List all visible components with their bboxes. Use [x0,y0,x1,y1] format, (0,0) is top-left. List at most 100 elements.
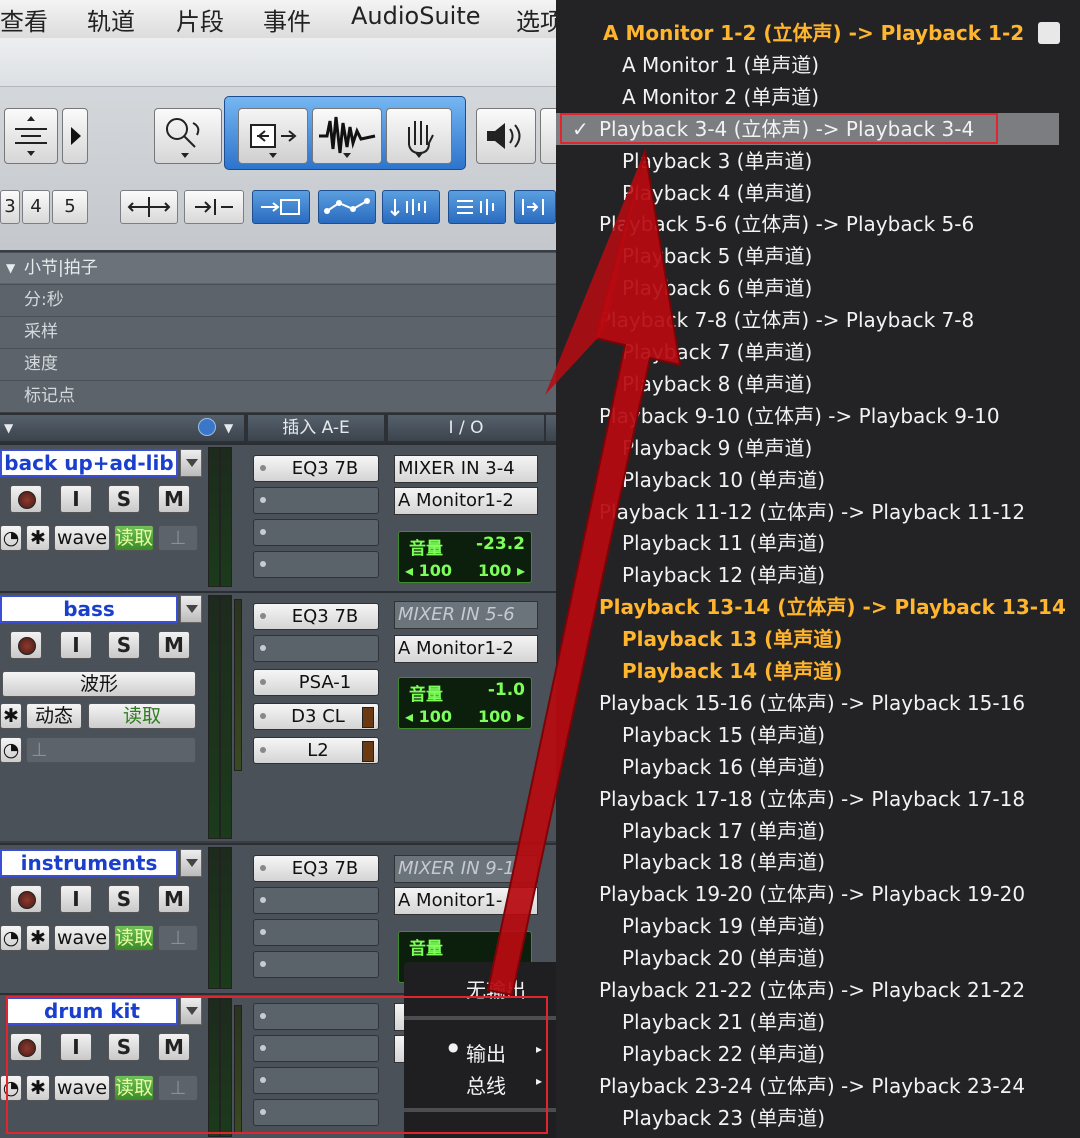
output-menu-item[interactable]: Playback 3 (单声道) [622,145,812,177]
elastic-audio-button[interactable]: ✱ [26,925,50,951]
input-monitor-button[interactable]: I [60,485,92,513]
output-menu-item[interactable]: Playback 19-20 (立体声) -> Playback 19-20 [599,878,1025,910]
output-menu-item[interactable]: Playback 18 (单声道) [622,846,825,878]
grabber-tool-button[interactable] [386,108,452,164]
timebase-icon[interactable]: ◔ [0,1075,22,1101]
output-menu-item[interactable]: A Monitor 1-2 (立体声) -> Playback 1-2 [603,17,1024,49]
track-name-dropdown[interactable] [180,595,202,623]
io-header[interactable]: I / O [388,415,544,441]
output-menu-item[interactable]: Playback 23-24 (立体声) -> Playback 23-24 [599,1070,1025,1102]
ruler-samples[interactable]: 采样 [0,316,556,347]
menu-item-no-output[interactable]: 无输出 [466,974,526,1003]
grid-mode-button[interactable] [318,190,376,224]
toolbar-scroll-right-button[interactable] [62,108,88,164]
output-menu-item[interactable]: Playback 5 (单声道) [622,240,812,272]
track-name[interactable]: back up+ad-lib [0,449,178,477]
menu-event[interactable]: 事件 [263,2,311,37]
insert-slot-d[interactable] [253,1099,379,1126]
view-selector[interactable]: wave [54,925,110,951]
output-menu-item[interactable]: Playback 13-14 (立体声) -> Playback 13-14 [599,591,1066,623]
shuffle-mode-button[interactable] [120,190,178,224]
ruler-tempo[interactable]: 速度 [0,348,556,379]
playlist-icon[interactable]: ⊥ [158,1075,198,1101]
inserts-header[interactable]: 插入 A-E [248,415,384,441]
input-monitor-button[interactable]: I [60,1033,92,1061]
timebase-icon[interactable]: ◔ [0,925,22,951]
insert-slot-a[interactable] [253,1003,379,1030]
insert-slot-d[interactable] [253,551,379,578]
insertion-follows-button[interactable] [514,190,556,224]
menu-track[interactable]: 轨道 [87,2,135,37]
insert-slot-e[interactable]: L2 [253,737,379,764]
playlist-icon[interactable]: ⊥ [158,525,198,551]
menu-item-output[interactable]: ● 输出 ▸ [404,1036,556,1068]
elastic-audio-button[interactable]: ✱ [0,703,22,729]
automation-mode[interactable]: 读取 [114,525,154,551]
track-name-dropdown[interactable] [180,849,202,877]
insert-slot-c[interactable] [253,919,379,946]
view-selector[interactable]: wave [54,525,110,551]
volume-pan-display[interactable]: 音量 -23.2 ◂ 100 100 ▸ [398,531,532,583]
insert-slot-c[interactable] [253,519,379,546]
output-menu-item[interactable]: Playback 17 (单声道) [622,815,825,847]
track-name-dropdown[interactable] [180,449,202,477]
insert-slot-b[interactable] [253,1035,379,1062]
view-selector[interactable]: 波形 [2,671,196,697]
playlist-icon[interactable]: ⊥ [26,737,196,763]
output-menu-item[interactable]: A Monitor 1 (单声道) [622,49,819,81]
insert-slot-b[interactable] [253,487,379,514]
spot-mode-button[interactable] [184,190,244,224]
output-menu-item[interactable]: Playback 15-16 (立体声) -> Playback 15-16 [599,687,1025,719]
output-menu-item[interactable]: Playback 7-8 (立体声) -> Playback 7-8 [599,304,974,336]
track-column-header[interactable]: ▼ ▼ [0,415,244,441]
input-monitor-button[interactable]: I [60,631,92,659]
zoom-presets-button[interactable] [4,108,58,164]
output-menu-item[interactable]: Playback 21-22 (立体声) -> Playback 21-22 [599,974,1025,1006]
output-selector[interactable]: A Monitor1- [394,887,538,915]
link-timeline-button[interactable] [448,190,506,224]
output-menu-item[interactable]: Playback 9 (单声道) [622,432,812,464]
zoom-preset-3[interactable]: 3 [0,190,20,224]
selector-tool-button[interactable] [312,108,382,164]
output-menu-item[interactable]: Playback 6 (单声道) [622,272,812,304]
output-menu-item[interactable]: Playback 14 (单声道) [622,655,842,687]
insert-slot-b[interactable] [253,887,379,914]
output-menu-item[interactable]: Playback 20 (单声道) [622,942,825,974]
zoomer-tool-button[interactable] [154,108,222,164]
output-menu-item[interactable]: Playback 5-6 (立体声) -> Playback 5-6 [599,208,974,240]
insert-slot-c[interactable]: PSA-1 [253,669,379,696]
output-menu-item[interactable]: Playback 19 (单声道) [622,910,825,942]
output-menu-item[interactable]: Playback 23 (单声道) [622,1102,825,1134]
ruler-markers[interactable]: 标记点 [0,380,556,411]
mute-button[interactable]: M [158,885,190,913]
view-selector[interactable]: wave [54,1075,110,1101]
track-name[interactable]: instruments [0,849,178,877]
output-menu-item[interactable]: Playback 17-18 (立体声) -> Playback 17-18 [599,783,1025,815]
clock-icon[interactable] [198,418,216,436]
menu-clip[interactable]: 片段 [176,2,224,37]
output-menu-item[interactable]: Playback 22 (单声道) [622,1038,825,1070]
input-selector[interactable]: MIXER IN 9-1 [394,855,538,883]
slip-mode-button[interactable] [252,190,310,224]
volume-pan-display[interactable]: 音量 -1.0 ◂ 100 100 ▸ [398,677,532,729]
trim-tool-button[interactable] [238,108,308,164]
chevron-down-icon[interactable]: ▼ [224,415,233,441]
elastic-audio-button[interactable]: ✱ [26,525,50,551]
ruler-min-sec[interactable]: 分:秒 [0,284,556,315]
record-enable-button[interactable] [10,1033,42,1061]
track-name[interactable]: bass [0,595,178,623]
input-selector[interactable]: MIXER IN 5-6 [394,601,538,629]
mute-button[interactable]: M [158,1033,190,1061]
automation-mode[interactable]: 读取 [114,1075,154,1101]
insert-slot-c[interactable] [253,1067,379,1094]
mute-button[interactable]: M [158,485,190,513]
solo-button[interactable]: S [108,1033,140,1061]
elastic-audio-button[interactable]: ✱ [26,1075,50,1101]
output-menu-item[interactable]: Playback 12 (单声道) [622,559,825,591]
solo-button[interactable]: S [108,631,140,659]
playlist-icon[interactable]: ⊥ [158,925,198,951]
output-menu-item[interactable]: Playback 4 (单声道) [622,177,812,209]
output-menu-item[interactable]: ✓ Playback 3-4 (立体声) -> Playback 3-4 [556,112,1059,145]
insert-slot-d[interactable] [253,951,379,978]
output-selector[interactable]: A Monitor1-2 [394,487,538,515]
